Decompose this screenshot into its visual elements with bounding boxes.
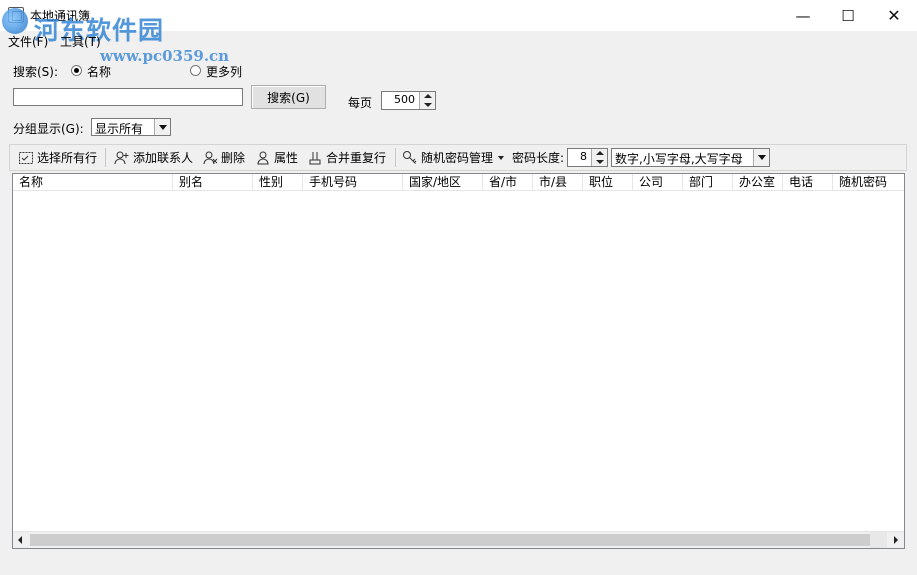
- delete-contact-icon: [202, 150, 218, 166]
- radio-name[interactable]: [71, 65, 82, 76]
- random-password-button[interactable]: 随机密码管理: [402, 145, 505, 170]
- column-header-country[interactable]: 国家/地区: [403, 174, 483, 191]
- select-all-button[interactable]: 选择所有行: [18, 145, 97, 170]
- search-button[interactable]: 搜索(G): [251, 85, 326, 109]
- merge-duplicates-button[interactable]: 合并重复行: [307, 145, 386, 170]
- password-length-value: 8: [580, 150, 587, 163]
- menu-file[interactable]: 文件(F): [8, 33, 48, 50]
- spin-arrows-icon[interactable]: [419, 92, 435, 109]
- properties-button[interactable]: 属性: [255, 145, 298, 170]
- table-header: 名称 别名 性别 手机号码 国家/地区 省/市 市/县 职位 公司 部门 办公室…: [13, 174, 904, 191]
- charset-select[interactable]: 数字,小写字母,大写字母: [611, 148, 770, 167]
- column-header-random-password[interactable]: 随机密码: [833, 174, 904, 191]
- dropdown-arrow-icon[interactable]: [498, 155, 505, 160]
- column-header-city[interactable]: 市/县: [533, 174, 583, 191]
- radio-more-columns[interactable]: [190, 65, 201, 76]
- merge-duplicates-label: 合并重复行: [326, 151, 387, 165]
- password-length-label: 密码长度:: [512, 151, 565, 165]
- add-contact-button[interactable]: 添加联系人: [114, 145, 193, 170]
- delete-button[interactable]: 删除: [202, 145, 245, 170]
- per-page-label: 每页: [348, 96, 373, 110]
- group-select[interactable]: 显示所有: [91, 118, 171, 136]
- spin-arrows-icon[interactable]: [591, 149, 607, 166]
- minimize-button[interactable]: —: [780, 0, 826, 31]
- horizontal-scrollbar[interactable]: [13, 531, 904, 548]
- properties-icon: [255, 150, 271, 166]
- chevron-down-icon[interactable]: [753, 149, 769, 166]
- scroll-left-icon[interactable]: [13, 532, 30, 548]
- toolbar-separator: [105, 148, 106, 167]
- add-contact-label: 添加联系人: [133, 151, 194, 165]
- search-label: 搜索(S):: [13, 65, 59, 79]
- scrollbar-thumb[interactable]: [30, 534, 870, 546]
- column-header-phone[interactable]: 电话: [783, 174, 833, 191]
- chevron-down-icon[interactable]: [154, 119, 170, 135]
- toolbar: 选择所有行 添加联系人 删除 属性 合并重复行 随机密码管理 密码长度: 8 数…: [9, 144, 907, 171]
- key-icon: [402, 150, 418, 166]
- scroll-right-icon[interactable]: [887, 532, 904, 548]
- scrollbar-track-end: [870, 532, 887, 548]
- add-contact-icon: [114, 150, 130, 166]
- column-header-province[interactable]: 省/市: [483, 174, 533, 191]
- column-header-company[interactable]: 公司: [633, 174, 683, 191]
- radio-more-columns-label: 更多列: [206, 65, 243, 79]
- group-select-value: 显示所有: [95, 122, 144, 136]
- search-input[interactable]: [13, 88, 243, 106]
- column-header-gender[interactable]: 性别: [253, 174, 303, 191]
- watermark-logo-icon: [2, 8, 28, 34]
- column-header-mobile[interactable]: 手机号码: [303, 174, 403, 191]
- radio-name-label: 名称: [87, 65, 112, 79]
- password-length-stepper[interactable]: 8: [567, 148, 608, 167]
- group-label: 分组显示(G):: [13, 122, 84, 136]
- select-all-icon: [18, 150, 34, 166]
- column-header-office[interactable]: 办公室: [733, 174, 783, 191]
- column-header-department[interactable]: 部门: [683, 174, 733, 191]
- maximize-button[interactable]: ☐: [825, 0, 871, 31]
- column-header-position[interactable]: 职位: [583, 174, 633, 191]
- contacts-table[interactable]: 名称 别名 性别 手机号码 国家/地区 省/市 市/县 职位 公司 部门 办公室…: [12, 173, 905, 549]
- close-button[interactable]: ✕: [871, 0, 917, 31]
- per-page-stepper[interactable]: 500: [381, 91, 436, 110]
- charset-value: 数字,小写字母,大写字母: [615, 152, 743, 166]
- random-password-label: 随机密码管理: [421, 151, 494, 165]
- merge-icon: [307, 150, 323, 166]
- select-all-label: 选择所有行: [37, 151, 98, 165]
- properties-label: 属性: [274, 151, 299, 165]
- menu-tools[interactable]: 工具(T): [60, 33, 101, 50]
- per-page-value: 500: [394, 93, 415, 106]
- delete-label: 删除: [221, 151, 246, 165]
- column-header-alias[interactable]: 别名: [173, 174, 253, 191]
- column-header-name[interactable]: 名称: [13, 174, 173, 191]
- toolbar-separator: [395, 148, 396, 167]
